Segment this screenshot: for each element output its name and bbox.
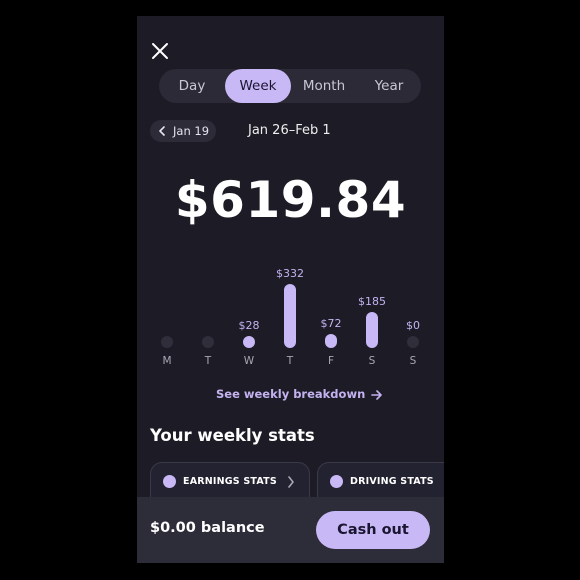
day-label: T bbox=[286, 355, 294, 367]
day-label: T bbox=[204, 355, 212, 367]
driving-stats-label: DRIVING STATS bbox=[350, 476, 434, 487]
balance-text: $0.00 balance bbox=[150, 520, 265, 536]
bar-value-label: $332 bbox=[276, 267, 304, 280]
car-icon bbox=[330, 475, 343, 488]
cash-out-button[interactable]: Cash out bbox=[316, 511, 430, 549]
day-label: W bbox=[243, 355, 255, 367]
daily-earnings-chart: M T $28 W $332 T $72 F $185 S $0 S bbox=[137, 16, 444, 416]
chart-bar[interactable] bbox=[243, 336, 255, 348]
weekly-breakdown-label: See weekly breakdown bbox=[216, 387, 366, 401]
chart-bar[interactable] bbox=[161, 336, 173, 348]
cash-out-footer: $0.00 balance Cash out bbox=[137, 497, 444, 563]
weekly-stats-heading: Your weekly stats bbox=[150, 426, 315, 445]
bar-value-label: $28 bbox=[238, 319, 260, 332]
chart-bar[interactable] bbox=[202, 336, 214, 348]
weekly-breakdown-link[interactable]: See weekly breakdown bbox=[216, 385, 383, 403]
chart-bar[interactable] bbox=[366, 312, 378, 348]
chart-bar[interactable] bbox=[325, 334, 337, 348]
day-label: F bbox=[327, 355, 335, 367]
day-label: M bbox=[162, 355, 172, 367]
earnings-icon bbox=[163, 475, 176, 488]
day-label: S bbox=[368, 355, 376, 367]
chevron-right-icon bbox=[288, 476, 294, 488]
bar-value-label: $0 bbox=[406, 319, 420, 332]
bar-value-label: $185 bbox=[358, 295, 386, 309]
chart-bar[interactable] bbox=[407, 336, 419, 348]
earnings-screen: Day Week Month Year Jan 19 Jan 26–Feb 1 … bbox=[137, 16, 444, 563]
day-label: S bbox=[409, 355, 417, 367]
bar-value-label: $72 bbox=[320, 317, 342, 331]
chart-bar[interactable] bbox=[284, 284, 296, 348]
earnings-stats-label: EARNINGS STATS bbox=[183, 476, 277, 487]
arrow-right-icon bbox=[371, 389, 383, 400]
